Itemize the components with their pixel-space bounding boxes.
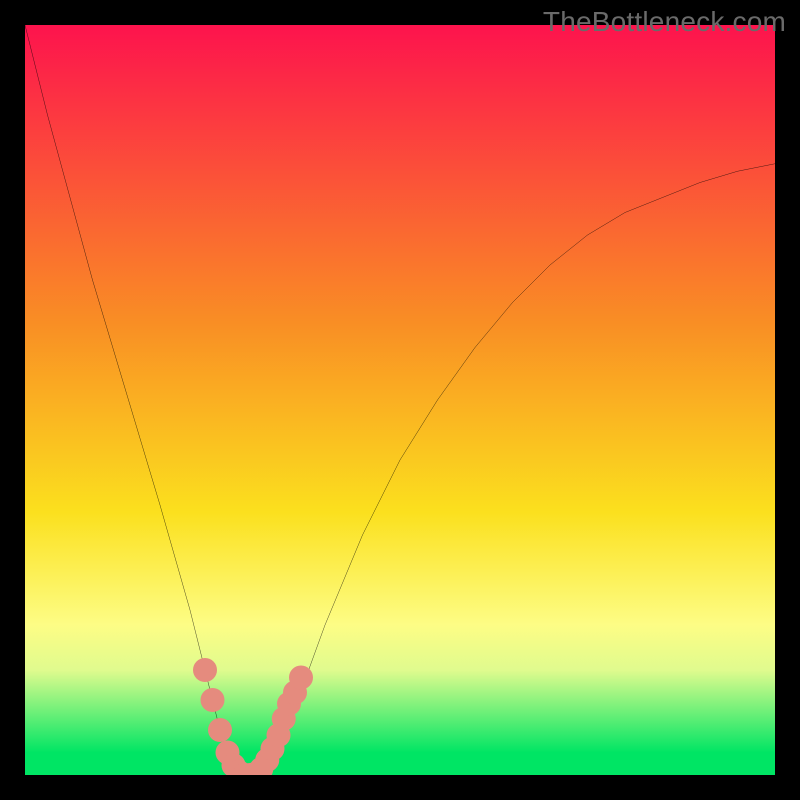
highlight-dot [201,688,225,712]
gradient-background [25,25,775,775]
bottleneck-chart [25,25,775,775]
highlight-dot [193,658,217,682]
watermark-text: TheBottleneck.com [543,6,786,38]
chart-frame: TheBottleneck.com [0,0,800,800]
highlight-dot [289,666,313,690]
highlight-dot [208,718,232,742]
